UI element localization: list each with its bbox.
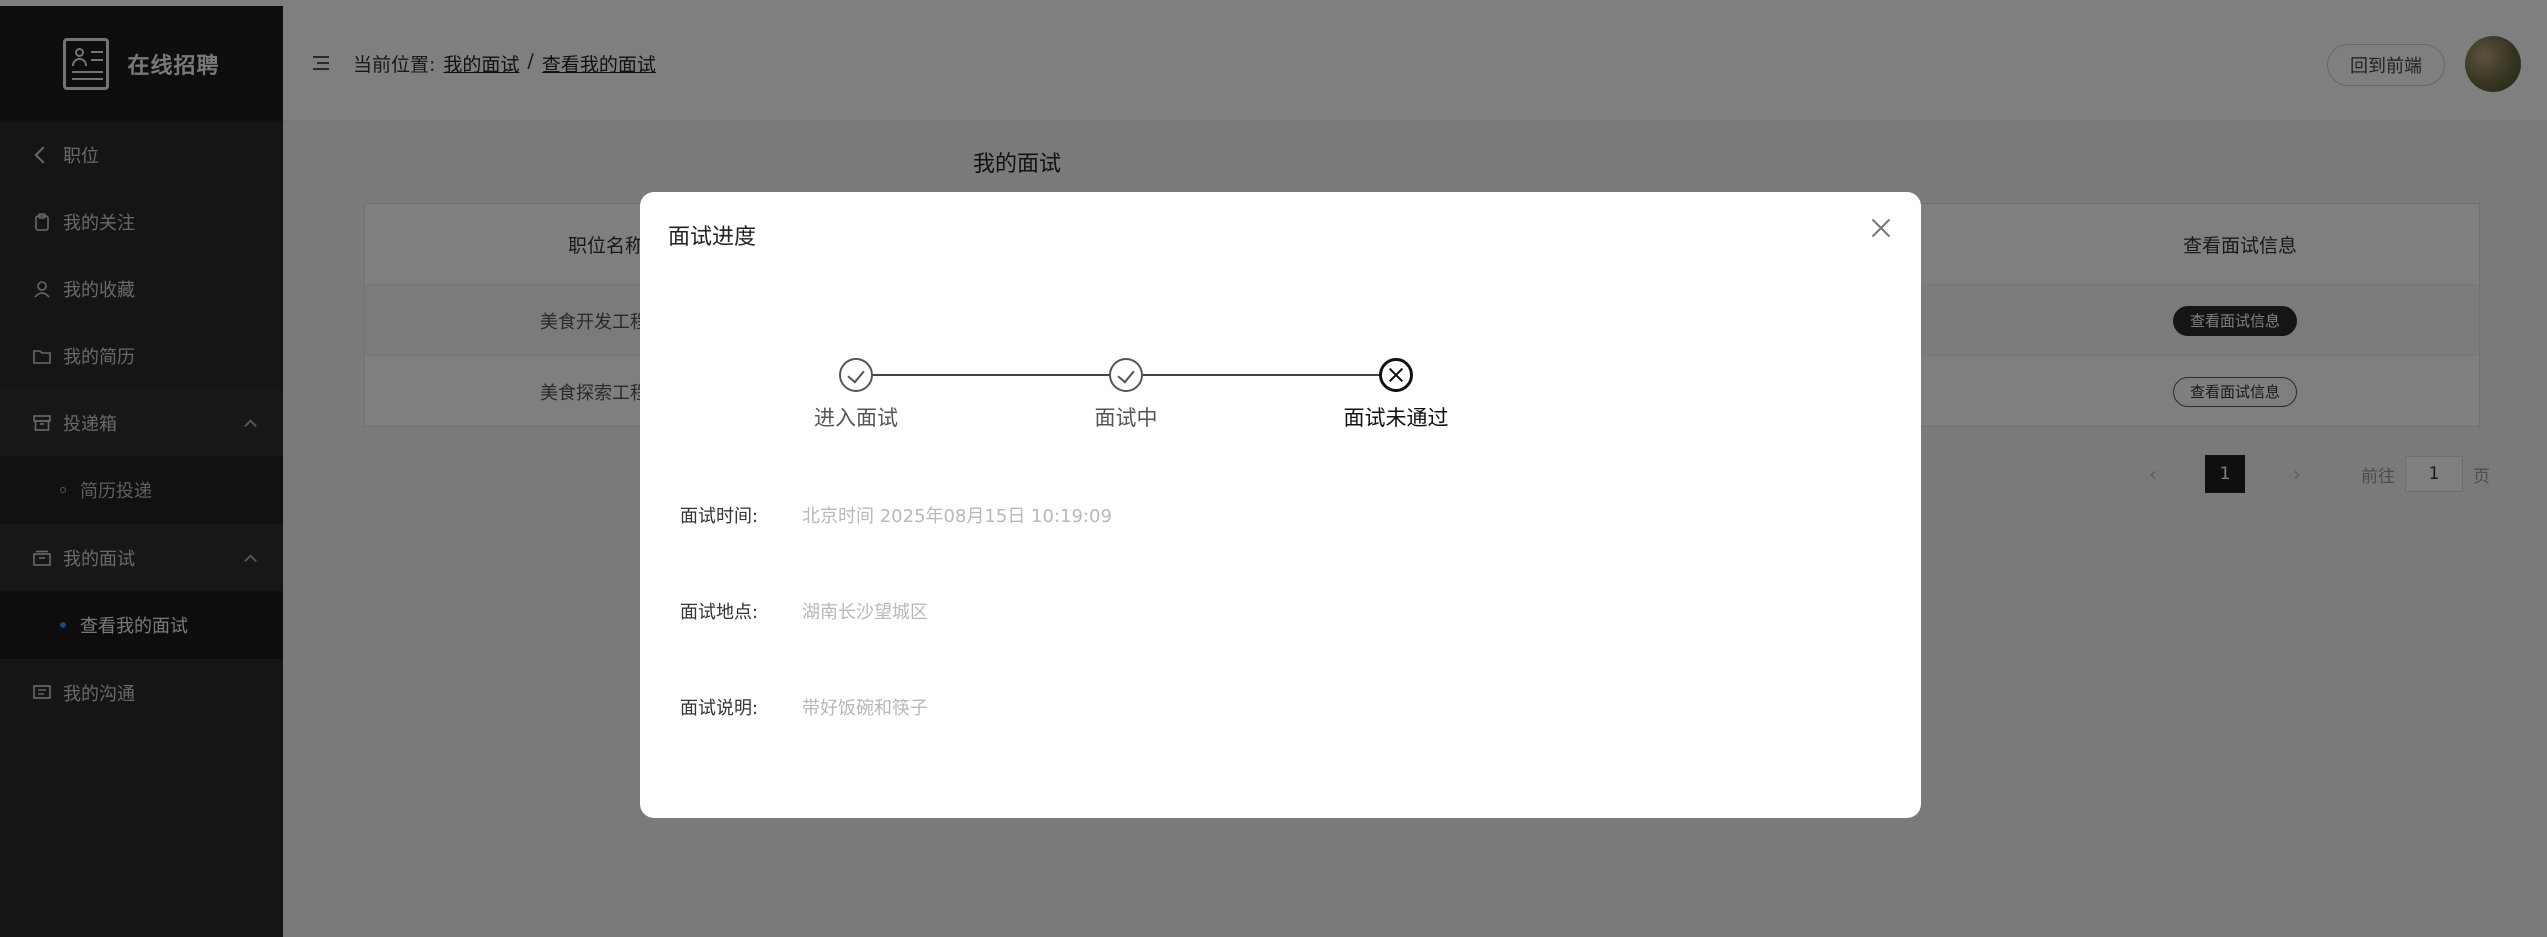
info-value: 北京时间 2025年08月15日 10:19:09 xyxy=(802,506,1112,527)
check-icon xyxy=(1109,358,1143,392)
close-circle-icon xyxy=(1379,358,1413,392)
interview-progress-dialog: 面试进度 进入面试 面试中 面试未通过 面试时间: 北京时间 2025年08月1… xyxy=(640,192,1921,818)
step-in-progress: 面试中 xyxy=(1006,358,1246,432)
info-row-location: 面试地点: 湖南长沙望城区 xyxy=(680,598,928,624)
progress-steps: 进入面试 面试中 面试未通过 xyxy=(640,192,1921,452)
info-label: 面试说明: xyxy=(680,698,759,719)
info-label: 面试地点: xyxy=(680,602,759,623)
step-failed: 面试未通过 xyxy=(1276,358,1516,432)
step-label: 面试未通过 xyxy=(1343,406,1449,430)
info-label: 面试时间: xyxy=(680,506,759,527)
step-entered: 进入面试 xyxy=(736,358,976,432)
info-row-time: 面试时间: 北京时间 2025年08月15日 10:19:09 xyxy=(680,502,1112,528)
info-row-description: 面试说明: 带好饭碗和筷子 xyxy=(680,694,928,720)
check-icon xyxy=(839,358,873,392)
info-value: 湖南长沙望城区 xyxy=(802,602,928,623)
step-label: 面试中 xyxy=(1094,406,1158,430)
info-value: 带好饭碗和筷子 xyxy=(802,698,928,719)
step-label: 进入面试 xyxy=(814,406,898,430)
